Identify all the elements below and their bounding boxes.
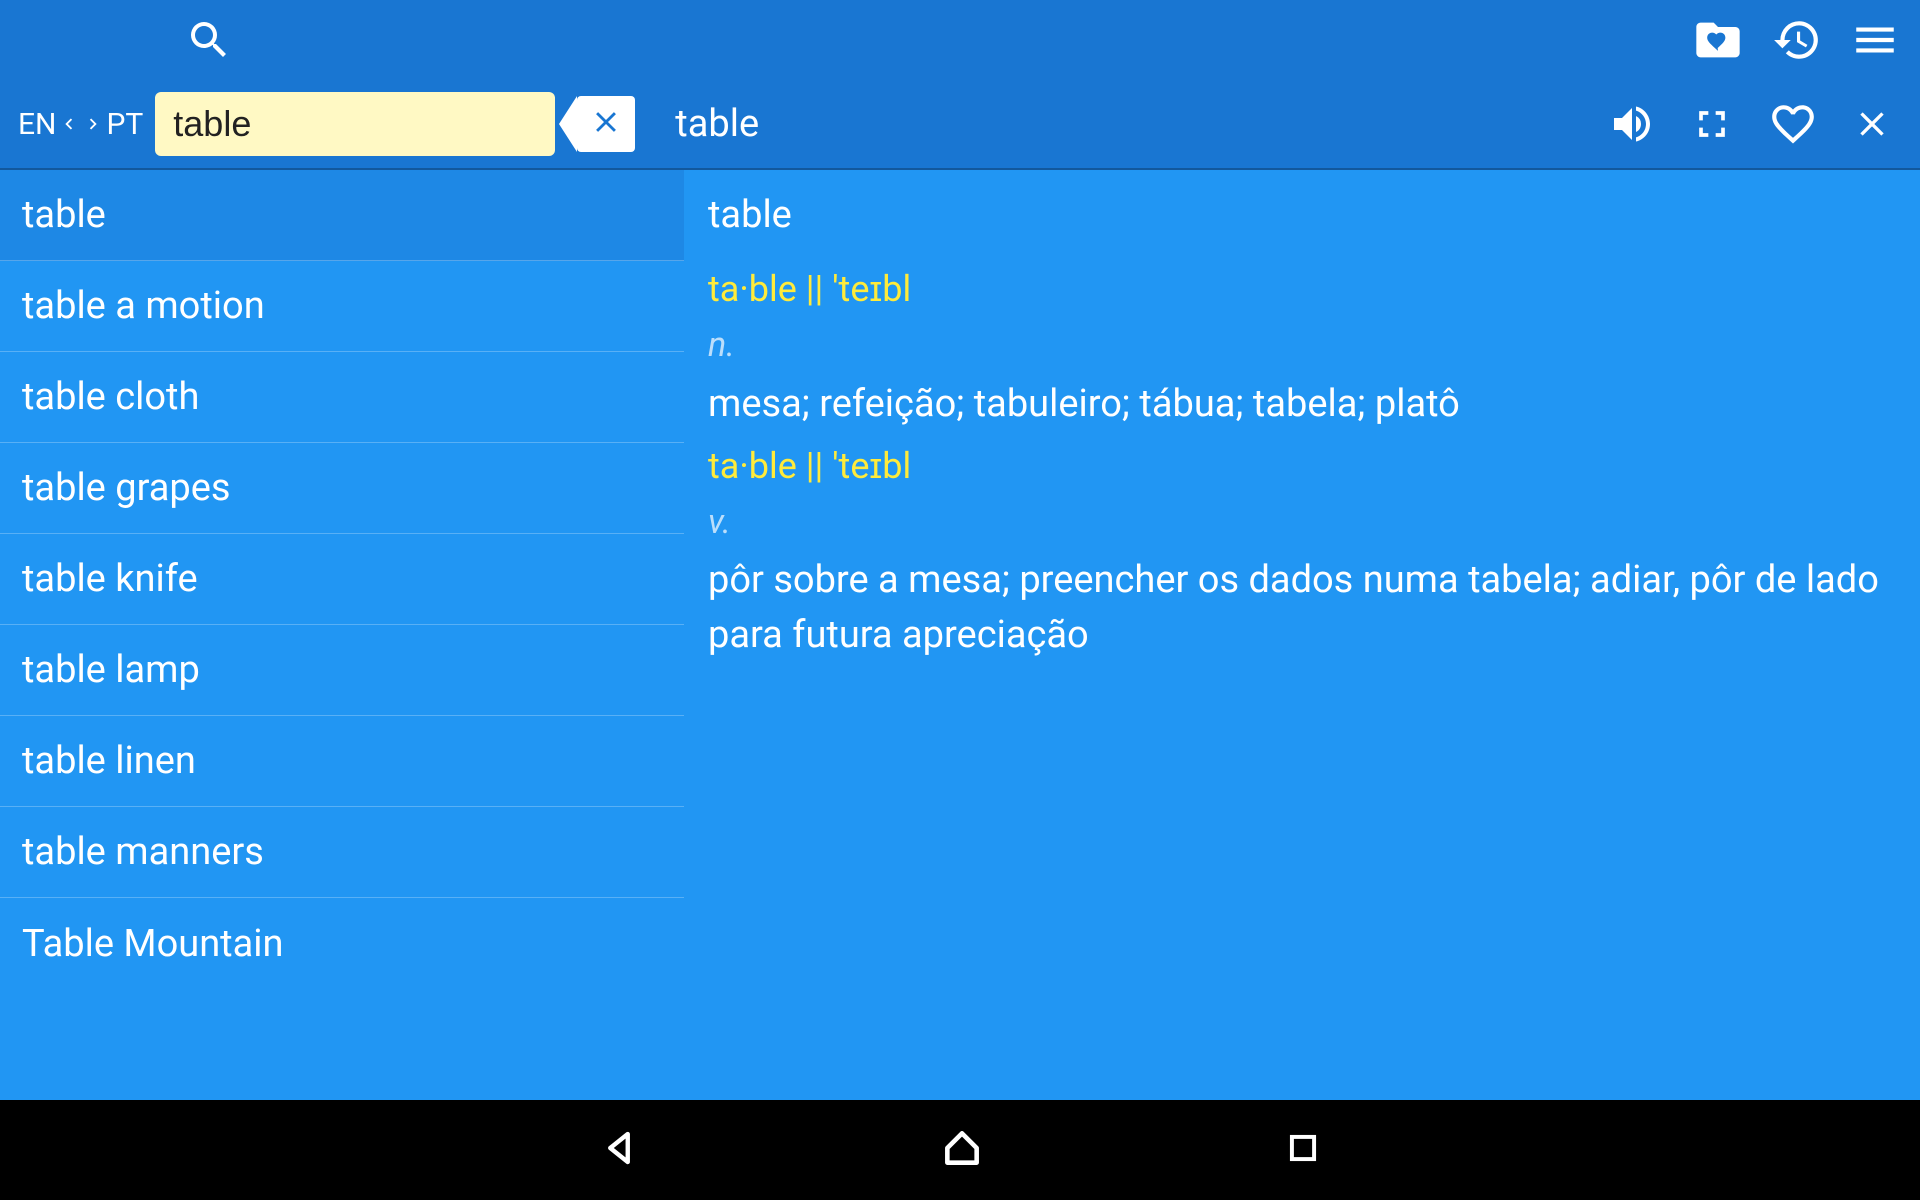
definition-panel: table ta·ble || 'teɪbl n. mesa; refeição; … (684, 170, 1920, 1100)
back-button[interactable] (598, 1127, 640, 1173)
suggestion-label: table lamp (22, 648, 200, 692)
suggestion-label: Table Mountain (22, 922, 284, 966)
part-of-speech: n. (708, 321, 1896, 370)
suggestion-item[interactable]: table cloth (0, 352, 684, 443)
chevron-left-icon (58, 107, 80, 141)
headword-title: table (675, 102, 759, 146)
suggestion-label: table linen (22, 739, 196, 783)
suggestion-label: table knife (22, 557, 198, 601)
suggestion-item[interactable]: table (0, 170, 684, 261)
language-toggle[interactable]: EN PT (18, 107, 143, 142)
search-input[interactable] (155, 92, 555, 156)
lang-to-label: PT (106, 107, 143, 142)
suggestion-label: table (22, 193, 106, 237)
clear-search-button[interactable] (577, 96, 635, 152)
home-button[interactable] (940, 1126, 984, 1174)
suggestions-list[interactable]: table table a motion table cloth table grap… (0, 170, 684, 1100)
speak-icon[interactable] (1608, 100, 1656, 148)
suggestion-item[interactable]: table lamp (0, 625, 684, 716)
favorites-folder-icon[interactable] (1692, 14, 1744, 66)
android-navbar (0, 1100, 1920, 1200)
lang-from-label: EN (18, 107, 56, 142)
suggestion-item[interactable]: table grapes (0, 443, 684, 534)
search-icon[interactable] (185, 16, 233, 64)
suggestion-label: table a motion (22, 284, 265, 328)
close-icon (589, 105, 623, 143)
suggestion-item[interactable]: table a motion (0, 261, 684, 352)
phonetic: ta·ble || 'teɪbl (708, 263, 1896, 315)
suggestion-item[interactable]: table knife (0, 534, 684, 625)
definition: mesa; refeição; tabuleiro; tábua; tabela… (708, 377, 1896, 432)
menu-icon[interactable] (1850, 15, 1900, 65)
history-icon[interactable] (1772, 15, 1822, 65)
suggestion-item[interactable]: Table Mountain (0, 898, 684, 989)
toolbar: EN PT table (0, 80, 1920, 170)
detail-headword: table (708, 188, 1896, 243)
recent-apps-button[interactable] (1284, 1129, 1322, 1171)
suggestion-label: table manners (22, 830, 264, 874)
suggestion-label: table grapes (22, 466, 231, 510)
chevron-right-icon (82, 107, 104, 141)
close-detail-icon[interactable] (1852, 104, 1892, 144)
app-bar (0, 0, 1920, 80)
definition: pôr sobre a mesa; preencher os dados num… (708, 553, 1896, 663)
part-of-speech: v. (708, 498, 1896, 547)
phonetic: ta·ble || 'teɪbl (708, 440, 1896, 492)
content-area: table table a motion table cloth table grap… (0, 170, 1920, 1100)
suggestion-item[interactable]: table linen (0, 716, 684, 807)
favorite-icon[interactable] (1768, 99, 1818, 149)
fullscreen-icon[interactable] (1690, 102, 1734, 146)
suggestion-label: table cloth (22, 375, 199, 419)
suggestion-item[interactable]: table manners (0, 807, 684, 898)
